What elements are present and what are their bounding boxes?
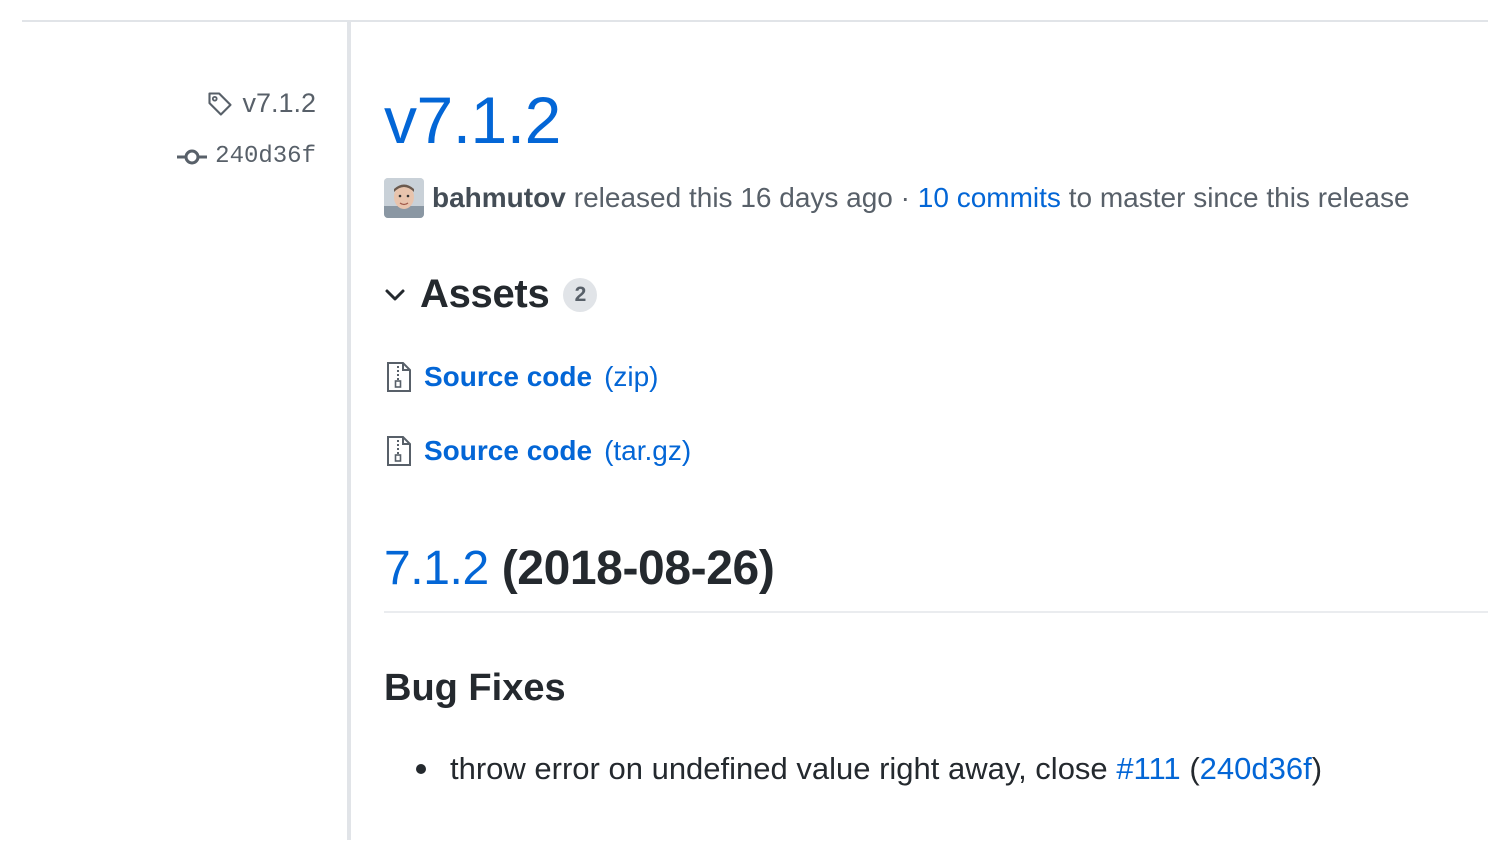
notes-version-heading: 7.1.2 (2018-08-26) [384, 538, 775, 600]
sidebar-tag-label: v7.1.2 [242, 88, 316, 118]
close-paren: ) [1311, 751, 1323, 786]
open-paren: ( [1189, 751, 1200, 786]
released-text: released this 16 days ago [573, 182, 893, 213]
sidebar-tag-link[interactable]: v7.1.2 [206, 88, 316, 119]
version-date: (2018-08-26) [501, 542, 775, 595]
heading-divider [384, 611, 1488, 613]
assets-toggle[interactable]: Assets 2 [384, 272, 598, 317]
commits-suffix-text: to master since this release [1068, 182, 1410, 213]
release-page: v7.1.2 240d36f v7.1.2 bahmutov released … [0, 0, 1488, 858]
asset-source-targz[interactable]: Source code (tar.gz) [386, 435, 691, 467]
sidebar-commit-link[interactable]: 240d36f [177, 143, 316, 170]
commit-link[interactable]: 240d36f [1200, 748, 1312, 790]
release-title-link[interactable]: v7.1.2 [384, 78, 561, 162]
file-zip-icon [386, 436, 412, 466]
assets-title: Assets [420, 272, 550, 316]
asset-name: Source code [424, 435, 593, 466]
version-compare-link[interactable]: 7.1.2 [384, 542, 489, 595]
commits-since-link[interactable]: 10 commits [918, 178, 1061, 218]
assets-count-badge: 2 [563, 277, 598, 312]
meta-separator: · [900, 182, 910, 213]
asset-ext: (zip) [604, 361, 659, 392]
asset-ext: (tar.gz) [604, 435, 692, 466]
sidebar-commit-label: 240d36f [215, 143, 316, 170]
tag-icon [206, 90, 234, 118]
asset-name: Source code [424, 361, 593, 392]
bug-fixes-heading: Bug Fixes [384, 667, 566, 709]
author-link[interactable]: bahmutov [432, 178, 566, 218]
timeline-divider [347, 22, 351, 840]
list-item: throw error on undefined value right awa… [384, 748, 1322, 790]
git-commit-icon [177, 147, 208, 167]
bug-fixes-list: throw error on undefined value right awa… [384, 748, 1322, 790]
chevron-down-icon [384, 284, 406, 306]
release-meta: bahmutov released this 16 days ago · 10 … [384, 178, 1410, 218]
asset-source-zip[interactable]: Source code (zip) [386, 361, 659, 393]
issue-link[interactable]: #111 [1116, 748, 1180, 790]
file-zip-icon [386, 362, 412, 392]
bullet [416, 764, 426, 774]
bug-fix-text: throw error on undefined value right awa… [450, 751, 1108, 786]
top-divider [22, 20, 1488, 22]
avatar[interactable] [384, 178, 424, 218]
